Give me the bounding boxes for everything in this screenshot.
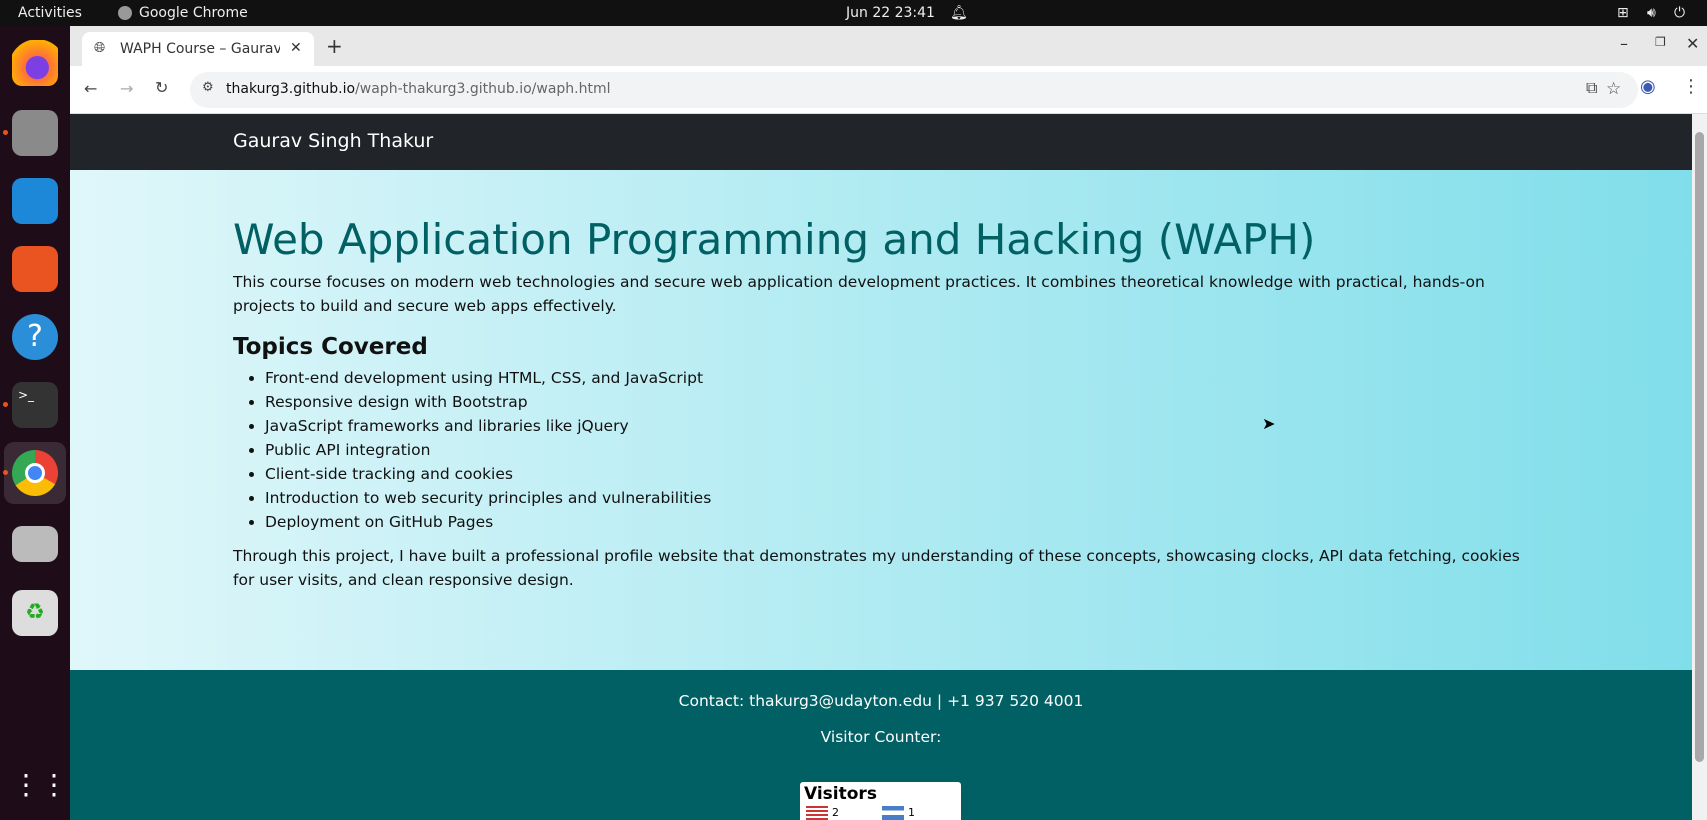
help-icon[interactable]: ? <box>12 314 58 360</box>
el-salvador-flag-icon <box>882 806 904 820</box>
list-item: Deployment on GitHub Pages <box>265 510 1529 534</box>
topics-list: Front-end development using HTML, CSS, a… <box>265 366 1529 534</box>
hero-section: Web Application Programming and Hacking … <box>70 170 1692 670</box>
reload-icon[interactable]: ↻ <box>155 78 168 97</box>
url: thakurg3.github.io/waph-thakurg3.github.… <box>226 81 611 97</box>
visitors-widget[interactable]: Visitors 2 1 <box>800 782 961 820</box>
scrollbar-thumb[interactable] <box>1695 132 1704 762</box>
list-item: Public API integration <box>265 438 1529 462</box>
dock: ? >_ ♻ ⋮⋮ <box>0 26 70 820</box>
show-apps-icon[interactable]: ⋮⋮ <box>12 762 68 808</box>
close-tab-icon[interactable]: ✕ <box>290 40 302 56</box>
url-host: thakurg3.github.io <box>226 81 356 97</box>
system-top-bar: Activities Google Chrome Jun 22 23:41 🔔︎… <box>0 0 1707 26</box>
list-item: Client-side tracking and cookies <box>265 462 1529 486</box>
network-icon[interactable]: ⊞ <box>1617 5 1629 21</box>
scrollbar[interactable] <box>1692 114 1707 820</box>
terminal-icon[interactable]: >_ <box>12 382 58 428</box>
volume-icon[interactable]: 🔊︎ <box>1647 5 1656 21</box>
trash-icon[interactable]: ♻ <box>12 590 58 636</box>
forward-icon[interactable]: → <box>120 79 133 98</box>
navbar-brand[interactable]: Gaurav Singh Thakur <box>233 130 433 152</box>
profile-icon[interactable]: ◉ <box>1640 76 1656 97</box>
chrome-icon[interactable] <box>12 450 58 496</box>
widget-title: Visitors <box>804 784 877 804</box>
list-item: Front-end development using HTML, CSS, a… <box>265 366 1529 390</box>
bookmark-star-icon[interactable]: ☆ <box>1606 79 1621 99</box>
maximize-icon[interactable]: ❐ <box>1655 35 1666 49</box>
page-title: Web Application Programming and Hacking … <box>233 215 1316 264</box>
us-flag-icon <box>806 806 828 820</box>
activities-button[interactable]: Activities <box>18 5 82 21</box>
close-window-icon[interactable]: ✕ <box>1686 34 1699 53</box>
menu-icon[interactable]: ⋮ <box>1682 76 1700 97</box>
visitor-counter-label: Visitor Counter: <box>820 728 942 746</box>
visitor-count: 2 <box>832 806 839 819</box>
minimize-icon[interactable]: – <box>1620 34 1628 53</box>
mouse-cursor-icon: ➤ <box>1262 414 1276 433</box>
toolbar: ← → ↻ ⚙ thakurg3.github.io/waph-thakurg3… <box>70 66 1707 114</box>
app-center-icon[interactable] <box>12 246 58 292</box>
visitor-count: 1 <box>908 806 915 819</box>
disk-icon[interactable] <box>12 526 58 562</box>
tab-active[interactable]: 🌐︎ WAPH Course – Gaurav S ✕ <box>82 32 314 66</box>
list-item: Responsive design with Bootstrap <box>265 390 1529 414</box>
chrome-app-icon <box>118 6 132 20</box>
new-tab-icon[interactable]: + <box>326 34 343 58</box>
web-page: Gaurav Singh Thakur Web Application Prog… <box>70 114 1692 820</box>
list-item: JavaScript frameworks and libraries like… <box>265 414 1529 438</box>
contact-info: Contact: thakurg3@udayton.edu | +1 937 5… <box>678 692 1084 710</box>
intro-paragraph: This course focuses on modern web techno… <box>233 273 1485 315</box>
list-item: Introduction to web security principles … <box>265 486 1529 510</box>
tab-strip: 🌐︎ WAPH Course – Gaurav S ✕ + – ❐ ✕ <box>70 26 1707 66</box>
closing-paragraph: Through this project, I have built a pro… <box>233 547 1520 589</box>
tab-title: WAPH Course – Gaurav S <box>120 41 280 57</box>
app-menu[interactable]: Google Chrome <box>139 5 248 21</box>
clock[interactable]: Jun 22 23:41 <box>846 5 935 21</box>
back-icon[interactable]: ← <box>84 79 97 98</box>
files-icon[interactable] <box>12 110 58 156</box>
url-path: /waph-thakurg3.github.io/waph.html <box>355 81 611 97</box>
site-info-icon[interactable]: ⚙ <box>202 80 214 95</box>
address-bar[interactable]: ⚙ thakurg3.github.io/waph-thakurg3.githu… <box>190 72 1638 108</box>
power-icon[interactable]: ⏻ <box>1674 5 1685 21</box>
tab-search-icon[interactable]: ⧉ <box>1586 78 1597 98</box>
firefox-icon[interactable] <box>12 40 58 86</box>
navbar: Gaurav Singh Thakur <box>70 114 1692 170</box>
topics-heading: Topics Covered <box>233 334 428 360</box>
globe-icon: 🌐︎ <box>94 40 106 56</box>
notification-bell-icon: 🔔︎ <box>950 5 968 21</box>
libreoffice-writer-icon[interactable] <box>12 178 58 224</box>
